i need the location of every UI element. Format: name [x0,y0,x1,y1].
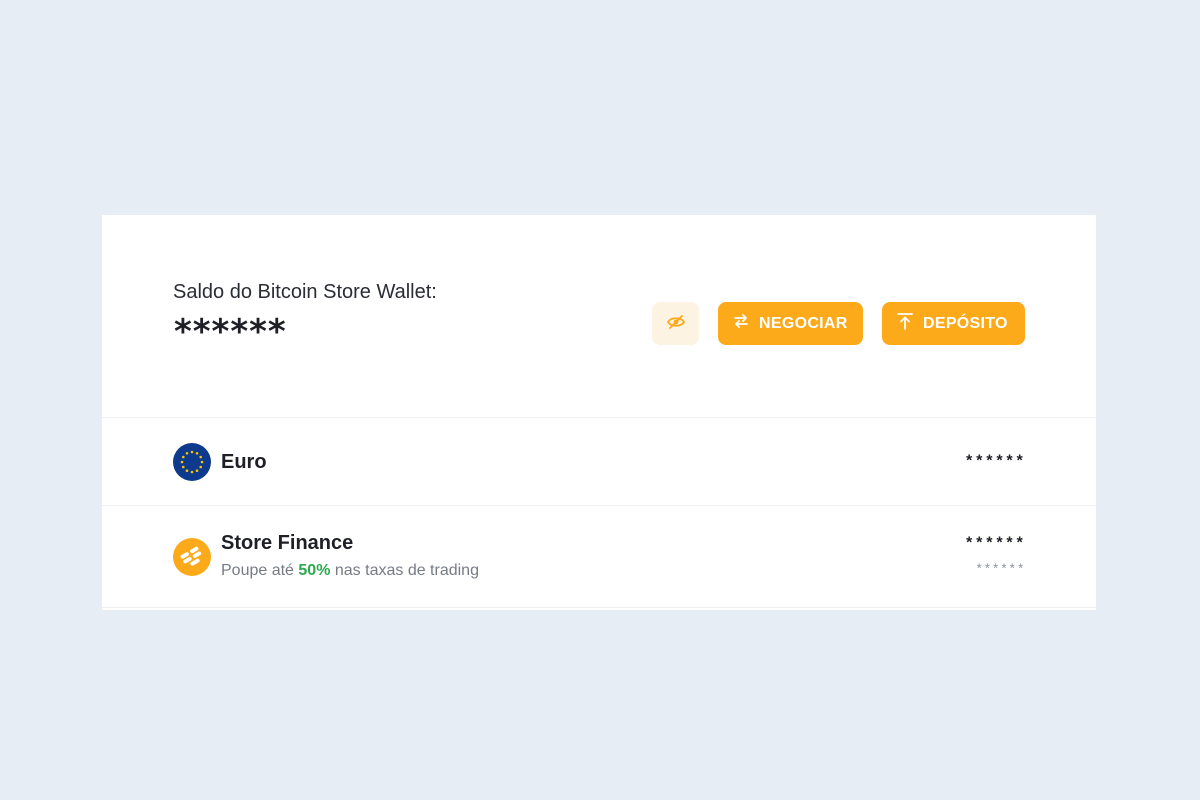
wallet-header: Saldo do Bitcoin Store Wallet: ****** NE… [102,215,1096,418]
asset-row-store-finance[interactable]: Store Finance Poupe até 50% nas taxas de… [102,506,1096,608]
asset-row-euro[interactable]: Euro ****** [102,418,1096,506]
upload-arrow-icon [897,312,913,335]
eu-flag-icon [173,443,211,481]
subtitle-suffix: nas taxas de trading [330,562,479,579]
asset-amount: ****** [964,535,1025,553]
deposit-button-label: DEPÓSITO [923,314,1008,332]
store-finance-coin-icon [173,538,211,576]
trade-button-label: NEGOCIAR [759,314,848,332]
asset-subtitle: Poupe até 50% nas taxas de trading [221,562,479,580]
asset-name: Store Finance [221,532,354,554]
asset-amount: ****** [964,453,1025,471]
discount-percent: 50% [298,562,331,579]
eye-off-icon [666,314,685,333]
deposit-button[interactable]: DEPÓSITO [882,302,1025,345]
header-actions: NEGOCIAR DEPÓSITO [652,302,1025,345]
balance-label: Saldo do Bitcoin Store Wallet: [173,281,437,303]
swap-arrows-icon [733,313,749,334]
toggle-balance-visibility-button[interactable] [652,302,699,345]
asset-name: Euro [221,451,267,473]
subtitle-prefix: Poupe até [221,562,299,579]
asset-amount-secondary: ****** [975,562,1025,577]
trade-button[interactable]: NEGOCIAR [718,302,863,345]
wallet-card: Saldo do Bitcoin Store Wallet: ****** NE… [102,215,1096,611]
balance-value: ****** [174,312,287,352]
